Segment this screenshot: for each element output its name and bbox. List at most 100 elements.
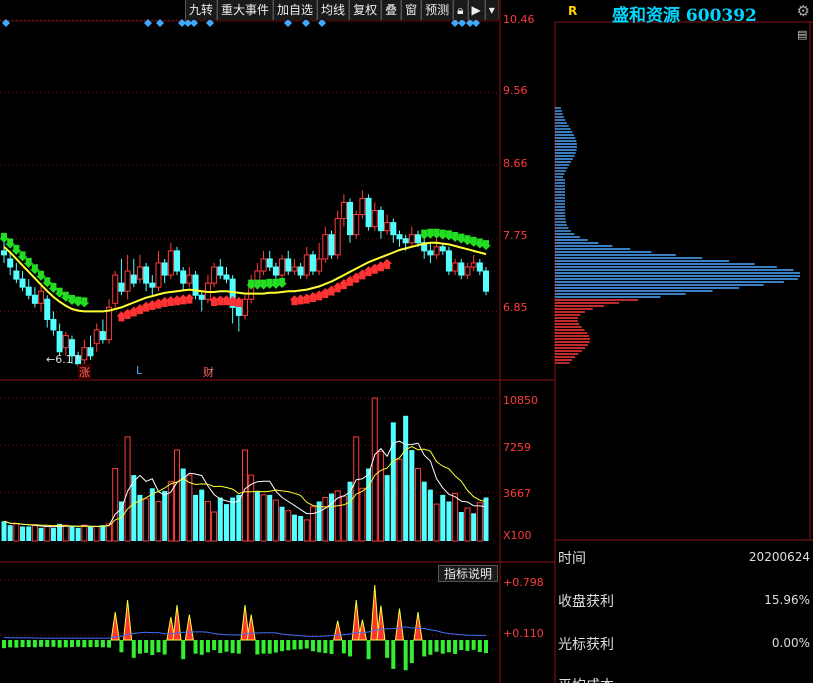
info-label: 时间 (558, 551, 586, 567)
candle-body (316, 258, 323, 272)
indicator-up-spike (172, 604, 182, 641)
candle-body (235, 306, 242, 316)
volume-bar (309, 506, 316, 542)
indicator-up-spike (184, 614, 194, 641)
volume-bar (260, 494, 267, 542)
volume-bar (421, 481, 427, 541)
indicator-down-bar (100, 640, 105, 648)
volume-bar (44, 526, 51, 542)
candle-body (464, 266, 471, 276)
volume-bar (112, 468, 119, 542)
volume-bar (118, 501, 124, 541)
indicator-down-bar (255, 640, 260, 655)
candle-body (136, 266, 143, 280)
indicator-down-bar (119, 640, 124, 653)
volume-bar (204, 500, 211, 542)
lock-icon[interactable]: 🔒︎ (453, 0, 468, 20)
info-value: 20200624 (748, 550, 810, 564)
volume-bar (359, 487, 366, 542)
indicator-down-bar (224, 640, 229, 652)
candle-body (56, 331, 63, 353)
candle-body (408, 234, 415, 244)
candle-body (87, 347, 94, 357)
chart-toolbar: 九转 重大事件 加自选 均线 复权 叠 窗 预测 🔒︎ ▶ ▾ (185, 0, 499, 20)
event-diamond-icon (144, 19, 152, 27)
indicator-down-bar (465, 640, 470, 651)
candle-body (198, 294, 205, 300)
candle-body (303, 254, 310, 276)
volume-bar (291, 514, 297, 541)
volume-bar (396, 458, 403, 542)
indicator-down-bar (69, 640, 74, 648)
event-label[interactable]: 财 (203, 364, 214, 380)
toolbar-window-button[interactable]: 窗 (401, 0, 422, 20)
chevron-down-icon[interactable]: ▾ (484, 0, 499, 20)
event-label[interactable]: L (136, 364, 142, 377)
info-value: 0.00% (771, 636, 810, 650)
indicator-explain-button[interactable]: 指标说明 (438, 565, 499, 582)
indicator-up-spike (376, 605, 386, 641)
arrow-right-icon[interactable]: ▶ (467, 0, 485, 20)
toolbar-forecast-button[interactable]: 预测 (421, 0, 454, 20)
toolbar-add-watchlist-button[interactable]: 加自选 (273, 0, 318, 20)
price-tick: 7.75 (503, 229, 528, 242)
indicator-down-bar (51, 640, 56, 647)
indicator-down-bar (304, 640, 309, 649)
candle-body (371, 209, 378, 228)
chip-panel-icon[interactable]: ▤ (797, 28, 807, 41)
volume-bar (31, 524, 38, 542)
indicator-down-bar (323, 640, 328, 654)
indicator-down-bar (26, 640, 31, 648)
volume-bar (384, 475, 390, 541)
candle-body (38, 290, 45, 304)
volume-bar (446, 501, 452, 541)
toolbar-major-events-button[interactable]: 重大事件 (217, 0, 274, 20)
indicator-down-bar (76, 640, 81, 647)
toolbar-nine-turn-button[interactable]: 九转 (185, 0, 218, 20)
volume-bar (167, 481, 174, 542)
indicator-down-bar (292, 640, 297, 650)
toolbar-adjust-button[interactable]: 复权 (349, 0, 382, 20)
indicator-down-bar (298, 640, 303, 650)
price-tick: 8.66 (503, 157, 528, 170)
volume-tick: 7259 (503, 441, 531, 454)
toolbar-overlay-button[interactable]: 叠 (381, 0, 402, 20)
kline-chart[interactable] (0, 0, 813, 683)
volume-bar (242, 449, 248, 542)
volume-bar (106, 523, 113, 542)
indicator-down-bar (267, 640, 272, 654)
volume-bar (371, 397, 378, 542)
event-diamond-icon (284, 19, 292, 27)
candle-body (377, 209, 384, 232)
gear-icon[interactable]: ⚙ (797, 2, 810, 20)
indicator-down-bar (459, 640, 464, 651)
candle-body (192, 274, 199, 296)
toolbar-ma-button[interactable]: 均线 (317, 0, 350, 20)
volume-bar (149, 488, 155, 541)
volume-bar (20, 526, 26, 541)
indicator-down-bar (428, 640, 433, 655)
candle-body (279, 258, 286, 276)
volume-bar (199, 489, 205, 541)
indicator-down-bar (280, 640, 285, 652)
candle-body (340, 201, 347, 220)
info-label: 光标获利 (558, 637, 614, 653)
indicator-down-bar (477, 640, 482, 653)
volume-bar (377, 450, 384, 542)
volume-bar (433, 503, 440, 542)
candle-body (384, 222, 391, 232)
event-label[interactable]: 涨 (78, 364, 91, 380)
candle-body (445, 250, 452, 272)
indicator-down-bar (107, 640, 112, 648)
volume-bar (340, 495, 347, 542)
candle-body (13, 270, 20, 280)
candle-body (99, 331, 106, 341)
indicator-down-bar (236, 640, 241, 654)
volume-bar (193, 494, 199, 541)
indicator-up-spike (246, 614, 256, 641)
indicator-up-spike (110, 612, 120, 641)
candle-body (347, 201, 354, 236)
candle-body (19, 278, 26, 288)
volume-bar (272, 499, 279, 542)
indicator-down-bar (162, 640, 167, 655)
